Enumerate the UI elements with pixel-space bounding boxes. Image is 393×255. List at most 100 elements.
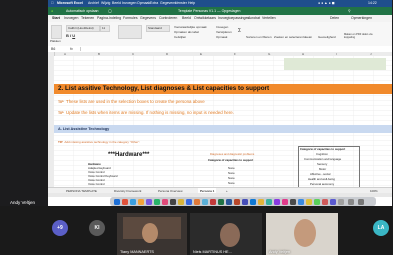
app-icon[interactable] [266,198,272,205]
menu-item-invoegen[interactable]: Invoegen [122,0,136,7]
participant-avatar-la[interactable]: LA [373,220,389,236]
participant-video-tile[interactable]: Andy Veltjen [266,213,338,255]
menu-item-wijzig[interactable]: Wijzig [101,0,110,7]
powerpoint-icon[interactable] [234,198,240,205]
app-icon[interactable] [210,198,216,205]
tab-controleren[interactable]: Controleren [159,15,177,22]
app-icon[interactable] [314,198,320,205]
search-icon[interactable]: ⚲ [348,7,351,15]
list-item[interactable]: Affective - social [310,172,330,176]
autosave-label[interactable]: Automatisch opslaan [66,7,99,15]
list-item[interactable]: None [228,171,235,175]
list-item[interactable]: Cognition [316,152,328,156]
list-item[interactable]: None [228,166,235,170]
comments-button[interactable]: Opmerkingen [351,15,372,22]
app-icon[interactable] [178,198,184,205]
more-participants-button[interactable]: +9 [52,220,68,236]
menu-item-opmaak[interactable]: Opmaak [137,0,150,7]
app-icon[interactable] [322,198,328,205]
app-icon[interactable] [138,198,144,205]
participant-video-tile[interactable]: Niels MARTINUS HE... [190,213,262,255]
teams-icon[interactable] [242,198,248,205]
align-icons[interactable] [118,25,142,39]
sensitivity-button[interactable]: Gevoeligheid [318,35,336,39]
menu-item-venster[interactable]: Venster [175,0,187,7]
app-icon[interactable] [122,198,128,205]
sort-filter-button[interactable]: Sorteren en filteren [246,35,272,39]
tab-pagina-indeling[interactable]: Pagina-indeling [97,15,121,22]
app-icon[interactable] [186,198,192,205]
tab-ontwikkelaars[interactable]: Ontwikkelaars [194,15,216,22]
font-select[interactable]: Calibri (Hoofdtekst) [66,25,100,32]
menu-item-beeld[interactable]: Beeld [112,0,121,7]
participant-name: Andy Veltjen [269,250,291,254]
app-icon[interactable] [258,198,264,205]
sum-icon[interactable]: Σ [238,28,241,34]
app-icon[interactable] [162,198,168,205]
app-icon[interactable] [338,198,344,205]
tab-beeld[interactable]: Beeld [182,15,191,22]
list-item[interactable]: None [228,176,235,180]
list-item[interactable]: Communication and language [304,157,341,161]
insert-cells-button[interactable]: Invoegen [216,25,228,29]
app-icon[interactable] [306,198,312,205]
cell-styles-button[interactable]: Celstijlen [174,35,186,39]
tab-invoegen[interactable]: Invoegen [64,15,78,22]
tab-formules[interactable]: Formules [123,15,138,22]
app-icon[interactable] [170,198,176,205]
excel-icon[interactable] [218,198,224,205]
menu-item-archief[interactable]: Archief [88,0,99,7]
app-icon[interactable] [330,198,336,205]
participant-name: Tiany MANNAERTS [120,250,154,254]
menu-item-extra[interactable]: Extra [150,0,158,7]
menu-item-help[interactable]: Help [188,0,195,7]
list-item[interactable]: Voice Control [88,182,105,186]
participant-name: Niels MARTINUS HE... [193,250,232,254]
tab-tekenen[interactable]: Tekenen [81,15,94,22]
conditional-format-button[interactable]: Voorwaardelijke opmaak [174,25,207,29]
app-icon[interactable] [154,198,160,205]
app-icon[interactable] [202,198,208,205]
list-item[interactable]: Motor [319,167,326,171]
paste-icon[interactable] [51,25,62,39]
tab-vertellen[interactable]: Vertellen [262,15,276,22]
autosave-toggle[interactable]: ◯ [108,7,112,15]
app-icon[interactable] [298,198,304,205]
finder-icon[interactable] [114,198,120,205]
downloads-icon[interactable] [348,198,354,205]
app-icon[interactable] [194,198,200,205]
word-icon[interactable] [226,198,232,205]
list-item[interactable]: None [228,181,235,185]
shared-excel-window:  Microsoft Excel Archief Wijzig Beeld I… [48,0,392,206]
find-select-button[interactable]: Zoeken en selecteren [274,35,303,39]
list-item[interactable]: Health and well-being [308,177,335,181]
apple-icon[interactable]:  [51,0,54,7]
font-size-select[interactable]: 11 [100,25,110,32]
format-cells-button[interactable]: Opmaak [216,35,227,39]
menu-item-gegevens[interactable]: Gegevens [160,0,176,7]
list-item[interactable]: Sensory [317,162,327,166]
app-icon[interactable] [130,198,136,205]
highlighted-cell-range[interactable] [284,58,386,70]
share-button[interactable]: Delen [330,15,339,22]
pdf-share-button[interactable]: Maken en PDF delen via koppeling [344,33,384,39]
tab-acrobat[interactable]: Acrobat [248,15,260,22]
number-format-select[interactable]: Standaard [146,25,170,32]
delete-cells-button[interactable]: Verwijderen [216,30,232,34]
trash-icon[interactable] [358,198,364,205]
participant-video-tile[interactable]: Tiany MANNAERTS [117,213,187,255]
app-icon[interactable] [274,198,280,205]
app-icon[interactable] [282,198,288,205]
tab-gegevens[interactable]: Gegevens [140,15,156,22]
participant-avatar-ki[interactable]: KI [89,220,105,236]
formula-input[interactable] [80,47,381,51]
app-icon[interactable] [146,198,152,205]
outlook-icon[interactable] [250,198,256,205]
ideas-button[interactable]: Ideeën [303,35,312,39]
tab-invoegtoepassingen[interactable]: Invoegtoepassingen [218,15,249,22]
app-icon[interactable] [290,198,296,205]
format-as-table-button[interactable]: Opmaken als tabel [174,30,199,34]
list-item[interactable]: Personal autonomy [310,182,334,186]
app-name[interactable]: Microsoft Excel [57,0,83,7]
bold-italic-underline-icons[interactable]: B I U [66,33,75,38]
